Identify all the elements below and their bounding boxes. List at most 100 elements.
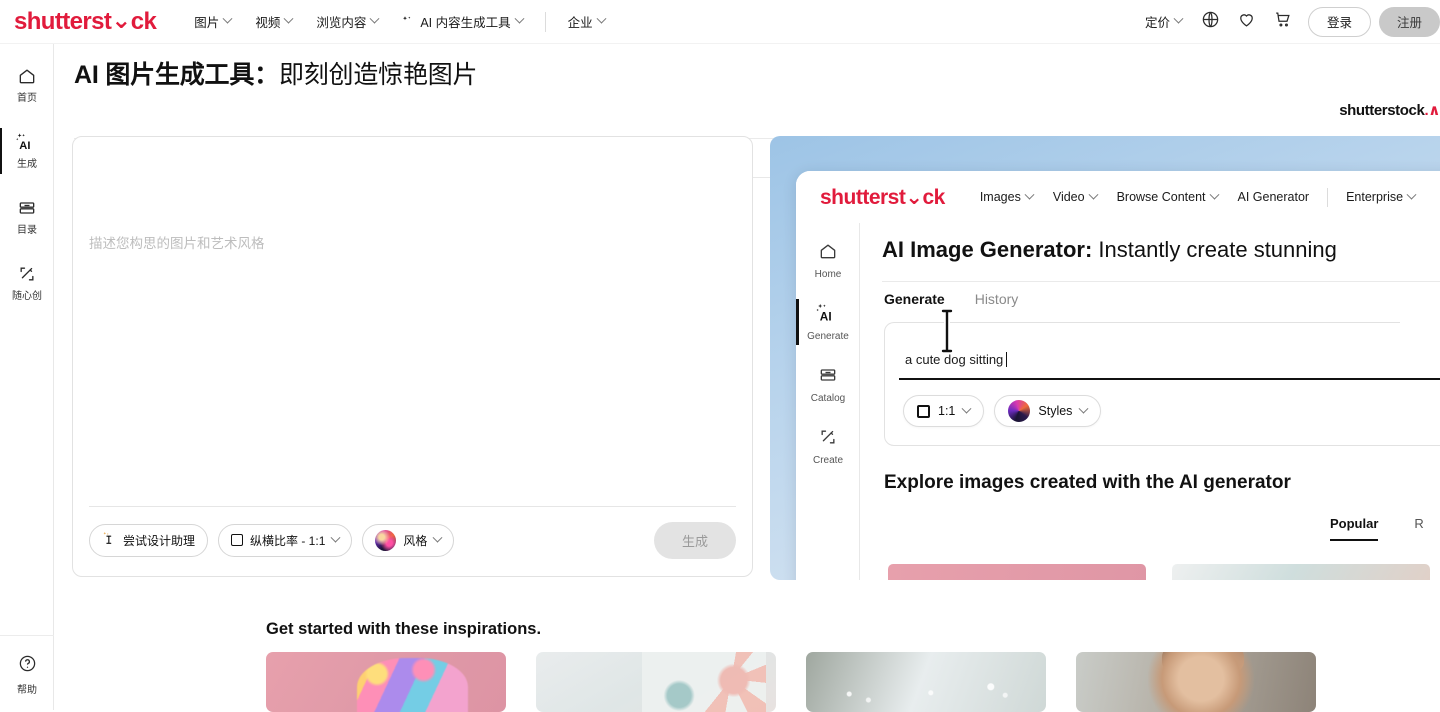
- inspirations-row: [266, 652, 1316, 712]
- heart-icon: [1237, 10, 1256, 34]
- preview-nav-video-label: Video: [1052, 190, 1085, 204]
- page-title-bold: AI 图片生成工具：: [74, 61, 279, 89]
- sidebar-item-help[interactable]: 帮助: [0, 635, 54, 696]
- preview-sidebar-item-catalog[interactable]: Catalog: [796, 359, 860, 409]
- preview-title-divider: [882, 281, 1440, 282]
- preview-nav-ai-generator[interactable]: AI Generator: [1229, 185, 1319, 209]
- sidebar-item-home[interactable]: 首页: [0, 60, 54, 110]
- design-assistant-button[interactable]: 尝试设计助理: [89, 523, 209, 557]
- styles-dropdown[interactable]: 风格: [362, 523, 455, 557]
- preview-page-title-bold: AI Image Generator:: [882, 237, 1093, 262]
- preview-nav-enterprise[interactable]: Enterprise: [1337, 185, 1424, 209]
- sidebar-item-help-label: 帮助: [17, 685, 37, 696]
- style-orb-icon: [1008, 400, 1031, 422]
- sidebar-item-generate[interactable]: AI 生成: [0, 126, 54, 176]
- preview-explore-title: Explore images created with the AI gener…: [884, 472, 1291, 493]
- shutterstock-watermark: shutterstock.∧: [1339, 101, 1440, 119]
- shutterstock-logo[interactable]: shutterst⌄ck: [14, 7, 157, 36]
- nav-item-ai-generator-label: AI 内容生成工具: [420, 16, 511, 30]
- preview-gallery-thumbnail[interactable]: [1172, 564, 1430, 580]
- chevron-down-icon: [1088, 189, 1099, 200]
- signup-button[interactable]: 注册: [1378, 6, 1440, 37]
- login-button[interactable]: 登录: [1307, 6, 1371, 37]
- nav-item-video[interactable]: 视频: [245, 6, 302, 37]
- favorites-button[interactable]: [1230, 5, 1264, 39]
- chevron-down-icon: [1406, 189, 1417, 200]
- panel-edge-mask: [1400, 310, 1440, 354]
- text-caret-icon: [1006, 352, 1008, 367]
- preview-sidebar-item-generate-label: Generate: [807, 330, 849, 342]
- chevron-down-icon: [432, 532, 443, 543]
- style-orb-icon: [375, 529, 397, 551]
- sidebar-item-home-label: 首页: [17, 93, 37, 104]
- page-title: AI 图片生成工具：即刻创造惊艳图片: [74, 55, 478, 91]
- preview-sidebar-item-catalog-label: Catalog: [810, 392, 846, 404]
- preview-sidebar-item-generate[interactable]: AI Generate: [796, 297, 860, 347]
- square-icon: [231, 534, 244, 546]
- globe-icon: [1201, 10, 1220, 34]
- chevron-down-icon: [1078, 403, 1089, 414]
- water-droplets-thumbnail[interactable]: [806, 652, 1046, 712]
- preview-sidebar-item-create-label: Create: [812, 454, 843, 466]
- header-actions: 定价 登录 注册: [1135, 5, 1440, 39]
- brand-text-part1: shutterst: [14, 8, 112, 35]
- preview-subtab-recent[interactable]: R: [1414, 516, 1423, 541]
- sidebar-item-create-label: 随心创: [12, 291, 42, 302]
- create-icon: [17, 264, 37, 289]
- preview-nav-images-label: Images: [979, 190, 1021, 204]
- preview-page-title: AI Image Generator: Instantly create stu…: [882, 237, 1337, 263]
- preview-aspect-ratio-dropdown[interactable]: 1:1: [903, 395, 985, 427]
- nav-item-browse-content-label: 浏览内容: [316, 16, 367, 30]
- generate-button[interactable]: 生成: [654, 521, 736, 559]
- home-icon: [17, 66, 37, 91]
- preview-page-title-light: Instantly create stunning: [1092, 237, 1337, 262]
- preview-styles-dropdown[interactable]: Styles: [994, 395, 1102, 427]
- preview-gallery-thumbnail[interactable]: [888, 564, 1146, 580]
- preview-panel: shutterst⌄ck Images Video Browse Content…: [770, 136, 1440, 580]
- question-circle-icon: [18, 654, 37, 678]
- pricing-menu[interactable]: 定价: [1135, 6, 1192, 37]
- preview-nav-enterprise-label: Enterprise: [1346, 190, 1404, 204]
- nav-item-images[interactable]: 图片: [184, 6, 241, 37]
- ai-generate-icon: AI: [15, 132, 39, 157]
- cart-button[interactable]: [1266, 5, 1300, 39]
- preview-gallery: [888, 564, 1430, 580]
- top-header: shutterst⌄ck 图片 视频 浏览内容 AI 内容生成工具 企业 定价 …: [0, 0, 1440, 44]
- inspirations-title: Get started with these inspirations.: [266, 620, 542, 638]
- preview-nav: Images Video Browse Content AI Generator…: [971, 185, 1424, 209]
- page-title-light: 即刻创造惊艳图片: [278, 61, 478, 89]
- nav-item-browse-content[interactable]: 浏览内容: [306, 6, 388, 37]
- aspect-ratio-dropdown[interactable]: 纵横比率 - 1:1: [218, 523, 353, 557]
- preview-prompt-toolbar: 1:1 Styles: [903, 395, 1102, 427]
- text-ibeam-cursor: [936, 308, 958, 359]
- paper-flowers-thumbnail[interactable]: [536, 652, 776, 712]
- portrait-woman-thumbnail[interactable]: [1076, 652, 1316, 712]
- nav-item-enterprise[interactable]: 企业: [558, 6, 615, 37]
- preview-shutterstock-logo[interactable]: shutterst⌄ck: [820, 185, 945, 210]
- sidebar-item-generate-label: 生成: [17, 159, 37, 170]
- preview-nav-video[interactable]: Video: [1044, 185, 1106, 209]
- sidebar-item-catalog[interactable]: 目录: [0, 192, 54, 242]
- preview-subtab-popular[interactable]: Popular: [1330, 516, 1379, 541]
- preview-sidebar-item-create[interactable]: Create: [796, 421, 860, 471]
- preview-styles-label: Styles: [1038, 404, 1073, 418]
- unicorn-candy-thumbnail[interactable]: [266, 652, 506, 712]
- nav-item-ai-generator[interactable]: AI 内容生成工具: [392, 6, 532, 37]
- watermark-text: shutterstock: [1339, 102, 1425, 119]
- brand-dot-icon: ⌄: [111, 7, 131, 34]
- prompt-input[interactable]: 描述您构思的图片和艺术风格: [89, 137, 736, 505]
- preview-nav-browse-content[interactable]: Browse Content: [1108, 185, 1227, 209]
- preview-gallery-tabs: Popular R: [1330, 516, 1424, 541]
- catalog-icon: [17, 198, 37, 223]
- preview-tab-history[interactable]: History: [973, 285, 1021, 316]
- preview-nav-images[interactable]: Images: [971, 185, 1042, 209]
- preview-nav-browse-content-label: Browse Content: [1116, 190, 1206, 204]
- preview-brand-part1: shutterst: [820, 185, 906, 209]
- language-button[interactable]: [1194, 5, 1228, 39]
- preview-sidebar-item-home[interactable]: Home: [796, 235, 860, 285]
- sidebar-item-create[interactable]: 随心创: [0, 258, 54, 308]
- aspect-ratio-label: 纵横比率 - 1:1: [250, 533, 326, 548]
- nav-item-video-label: 视频: [255, 16, 281, 30]
- preview-brand-part2: ck: [922, 185, 945, 209]
- left-sidebar: 首页 AI 生成 目录 随心创 帮助: [0, 44, 54, 710]
